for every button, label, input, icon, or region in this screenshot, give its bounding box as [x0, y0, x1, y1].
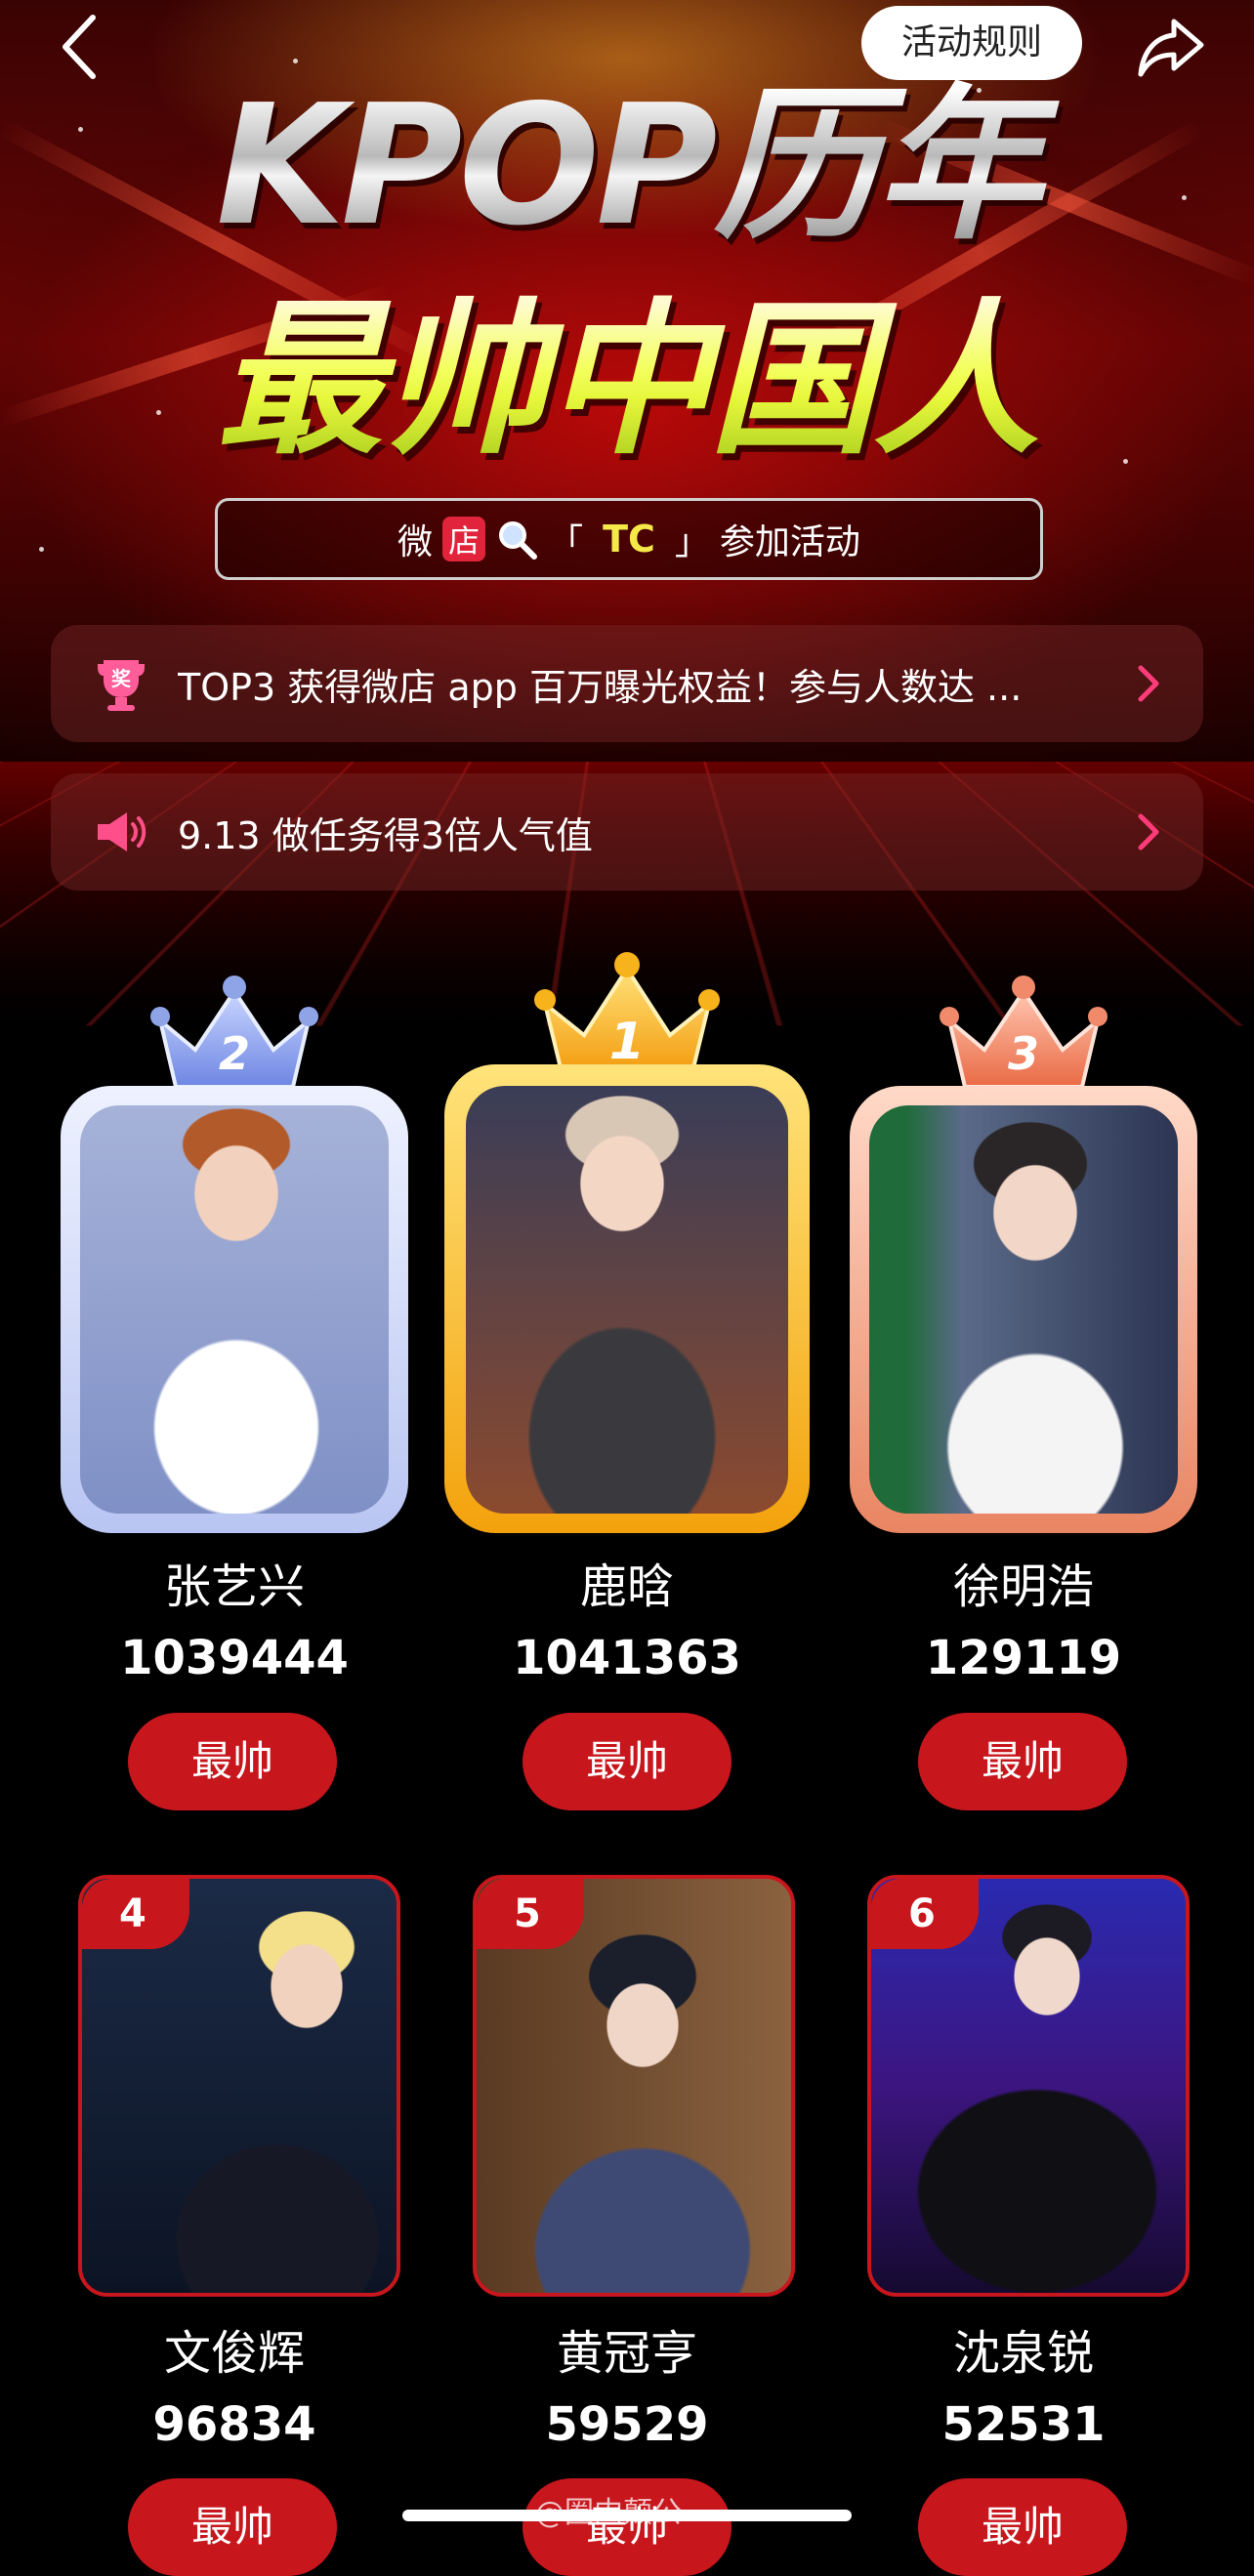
avatar-photo[interactable] — [466, 1086, 788, 1514]
avatar-photo[interactable] — [869, 1105, 1178, 1514]
podium-score: 1039444 — [120, 1631, 349, 1685]
page-title-line1: KPOP历年 — [0, 68, 1254, 264]
notice-task[interactable]: 9.13 做任务得3倍人气值 — [51, 773, 1203, 891]
svg-text:奖: 奖 — [111, 667, 132, 690]
ranked-name: 文俊辉 — [163, 2326, 305, 2381]
rank-badge: 5 — [477, 1879, 584, 1949]
home-indicator[interactable] — [402, 2510, 852, 2521]
podium-score: 129119 — [925, 1631, 1122, 1685]
crown-silver-icon: 2 — [150, 976, 318, 1089]
avatar-photo[interactable] — [80, 1105, 389, 1514]
vote-button[interactable]: 最帅 — [918, 2478, 1127, 2576]
vote-button[interactable]: 最帅 — [128, 1713, 337, 1810]
podium-name: 张艺兴 — [163, 1559, 305, 1614]
notice-task-text: 9.13 做任务得3倍人气值 — [178, 813, 593, 857]
podium-score: 1041363 — [513, 1631, 741, 1685]
podium-name: 鹿晗 — [579, 1559, 674, 1614]
vote-button[interactable]: 最帅 — [522, 1713, 732, 1810]
search-icon — [499, 521, 538, 560]
rank-badge: 6 — [871, 1879, 979, 1949]
bracket-open: 「 — [548, 522, 584, 562]
bracket-close: 」 — [674, 522, 710, 562]
shop-prefix: 微 — [397, 522, 434, 562]
podium-rank-3: 3 — [1008, 1027, 1039, 1080]
shop-badge: 店 — [442, 517, 486, 561]
podium-name: 徐明浩 — [952, 1559, 1094, 1614]
ranked-score: 52531 — [941, 2397, 1106, 2452]
ranked-score: 96834 — [152, 2397, 316, 2452]
vote-button[interactable]: 最帅 — [128, 2478, 337, 2576]
search-hint-bar[interactable]: 微 店 「 TC 」 参加活动 — [215, 498, 1043, 580]
avatar-photo[interactable]: 4 — [78, 1875, 400, 2297]
rank-badge: 4 — [82, 1879, 189, 1949]
page-title-line2: 最帅中国人 — [0, 283, 1254, 478]
notice-reward[interactable]: 奖 TOP3 获得微店 app 百万曝光权益！参与人数达 ... — [51, 625, 1203, 742]
ranked-name: 沈泉锐 — [952, 2326, 1094, 2381]
search-keyword: TC — [603, 518, 655, 561]
ranked-score: 59529 — [545, 2397, 709, 2452]
avatar-photo[interactable]: 5 — [473, 1875, 795, 2297]
avatar-photo[interactable]: 6 — [867, 1875, 1190, 2297]
vote-button[interactable]: 最帅 — [918, 1713, 1127, 1810]
chevron-right-icon — [1138, 813, 1159, 851]
trophy-icon: 奖 — [98, 660, 145, 711]
podium-rank-2: 2 — [219, 1027, 250, 1080]
search-suffix: 参加活动 — [719, 522, 860, 562]
notice-reward-text: TOP3 获得微店 app 百万曝光权益！参与人数达 ... — [178, 665, 1023, 709]
podium-rank-1: 1 — [609, 1013, 645, 1071]
megaphone-icon — [98, 812, 146, 852]
crown-bronze-icon: 3 — [940, 976, 1108, 1089]
ranked-name: 黄冠亨 — [556, 2326, 697, 2381]
chevron-right-icon — [1138, 665, 1159, 702]
